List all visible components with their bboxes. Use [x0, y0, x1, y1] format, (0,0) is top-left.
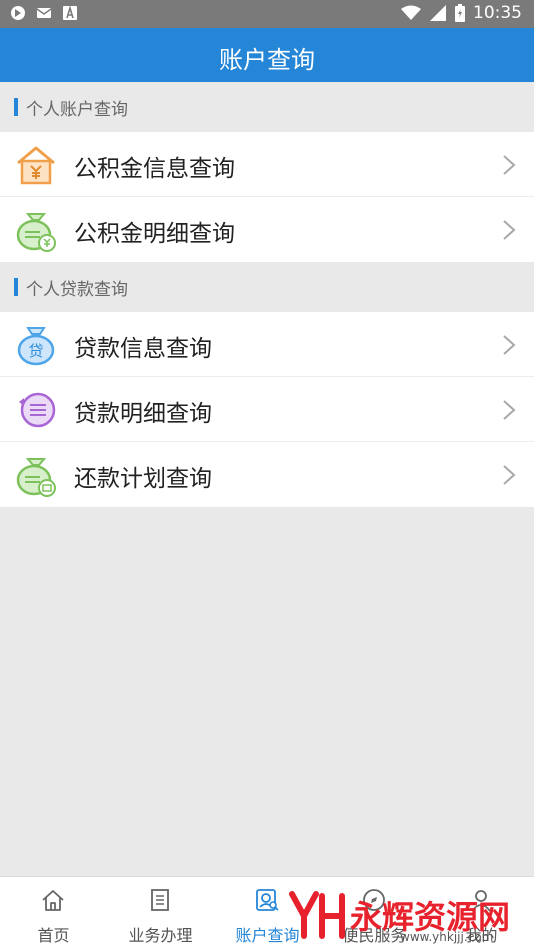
tab-home[interactable]: 首页 [0, 877, 107, 950]
chevron-right-icon [503, 335, 516, 355]
menu-item-label: 公积金信息查询 [74, 156, 235, 182]
page-title: 账户查询 [219, 46, 315, 74]
chevron-right-icon [503, 400, 516, 420]
menu-item-loan-info[interactable]: 贷 贷款信息查询 [0, 312, 534, 377]
document-icon [151, 889, 169, 911]
tab-label: 首页 [37, 926, 70, 945]
tab-account-query[interactable]: 账户查询 [214, 877, 321, 950]
account-search-icon [256, 889, 279, 911]
section-title: 个人贷款查询 [26, 280, 128, 300]
tab-label: 我的 [465, 926, 498, 945]
menu-item-repayment-plan[interactable]: 还款计划查询 [0, 442, 534, 507]
tab-mine[interactable]: 我的 [428, 877, 534, 950]
chevron-right-icon [503, 220, 516, 240]
tab-business[interactable]: 业务办理 [107, 877, 214, 950]
tab-services[interactable]: 便民服务 [321, 877, 428, 950]
menu-item-fund-detail[interactable]: 公积金明细查询 [0, 197, 534, 262]
list-circle-icon [19, 392, 56, 428]
section-accent-bar [14, 98, 18, 116]
user-icon [471, 890, 491, 912]
money-bag-yuan-icon [16, 213, 56, 252]
section-title: 个人账户查询 [26, 100, 128, 120]
tab-label: 账户查询 [235, 926, 300, 945]
status-time: 10:35 [473, 3, 522, 23]
section-accent-bar [14, 278, 18, 296]
chevron-right-icon [503, 465, 516, 485]
menu-item-fund-info[interactable]: 公积金信息查询 [0, 132, 534, 197]
compass-icon [363, 889, 385, 911]
menu-item-loan-detail[interactable]: 贷款明细查询 [0, 377, 534, 442]
menu-item-label: 贷款明细查询 [74, 401, 212, 427]
title-bar: 账户查询 [0, 28, 534, 82]
battery-icon [455, 4, 465, 22]
tab-label: 业务办理 [128, 926, 193, 945]
section-header-personal-loan: 个人贷款查询 [0, 262, 534, 312]
text-a-icon [63, 5, 77, 20]
bottom-tab-bar: 首页 业务办理 账户查询 便民服务 我的 [0, 876, 534, 950]
svg-text:贷: 贷 [28, 342, 43, 360]
chevron-right-icon [503, 155, 516, 175]
house-yuan-icon [17, 146, 55, 185]
status-bar: 10:35 [0, 0, 534, 28]
repayment-bag-icon [16, 458, 56, 497]
menu-item-label: 还款计划查询 [74, 466, 212, 492]
menu-item-label: 贷款信息查询 [74, 336, 212, 362]
signal-icon [430, 5, 446, 21]
browser-icon [11, 6, 25, 20]
section-header-personal-account: 个人账户查询 [0, 82, 534, 132]
wifi-icon [401, 5, 421, 20]
tab-label: 便民服务 [342, 926, 407, 945]
menu-item-label: 公积金明细查询 [74, 221, 235, 247]
mail-icon [36, 8, 52, 18]
home-icon [42, 890, 64, 911]
loan-bag-icon: 贷 [17, 327, 55, 366]
